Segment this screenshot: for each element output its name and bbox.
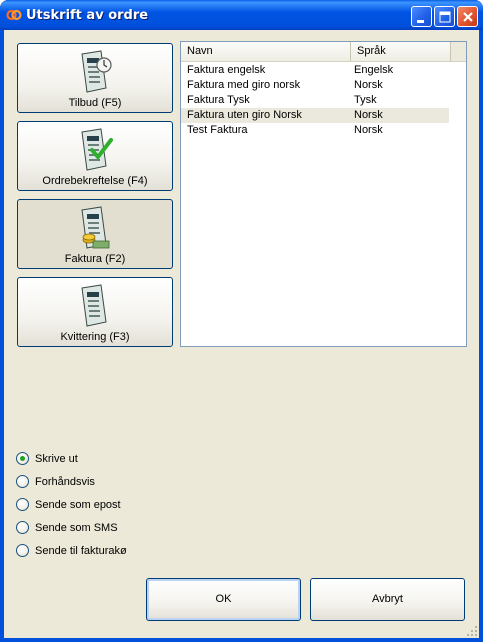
template-name: Faktura med giro norsk (187, 79, 301, 91)
list-header: Navn Språk (181, 42, 466, 62)
radio-label: Forhåndsvis (35, 476, 95, 488)
template-language: Norsk (354, 124, 383, 136)
maximize-icon (439, 11, 451, 23)
receipt-document-icon (81, 284, 107, 327)
invoice-button-label: Faktura (F2) (64, 253, 126, 265)
list-item-selected[interactable]: Faktura uten giro Norsk Norsk (181, 108, 449, 123)
radio-button[interactable] (16, 498, 29, 511)
title-bar[interactable]: Utskrift av ordre (0, 0, 483, 30)
radio-button[interactable] (16, 475, 29, 488)
template-name: Faktura uten giro Norsk (187, 109, 302, 121)
receipt-button[interactable]: Kvittering (F3) (17, 277, 173, 347)
template-name: Test Faktura (187, 124, 248, 136)
quote-document-clock-icon (81, 50, 112, 93)
radio-label: Sende til fakturakø (35, 545, 127, 557)
template-language: Norsk (354, 109, 383, 121)
radio-label: Skrive ut (35, 453, 78, 465)
template-name: Faktura engelsk (187, 64, 266, 76)
list-item[interactable]: Test Faktura Norsk (181, 123, 449, 138)
column-header-language[interactable]: Språk (351, 42, 451, 61)
order-confirmation-button-label: Ordrebekreftelse (F4) (42, 175, 148, 187)
radio-button[interactable] (16, 452, 29, 465)
radio-selected-dot (20, 456, 25, 461)
template-list[interactable]: Navn Språk Faktura engelsk Engelsk Faktu… (180, 41, 467, 347)
order-confirmation-checkmark-icon (81, 128, 113, 171)
cancel-button[interactable]: Avbryt (310, 578, 465, 621)
close-button[interactable] (457, 6, 478, 27)
list-item[interactable]: Faktura med giro norsk Norsk (181, 78, 449, 93)
invoice-coins-icon (81, 206, 110, 249)
minimize-button[interactable] (411, 6, 432, 27)
ok-button[interactable]: OK (146, 578, 301, 621)
cancel-button-label: Avbryt (372, 593, 403, 605)
radio-button[interactable] (16, 544, 29, 557)
close-icon (463, 12, 473, 22)
column-header-name[interactable]: Navn (181, 42, 351, 61)
radio-button[interactable] (16, 521, 29, 534)
template-language: Tysk (354, 94, 377, 106)
quote-button[interactable]: Tilbud (F5) (17, 43, 173, 113)
list-item[interactable]: Faktura Tysk Tysk (181, 93, 449, 108)
window-frame-right (479, 30, 483, 642)
radio-label: Sende som SMS (35, 522, 118, 534)
order-confirmation-button[interactable]: Ordrebekreftelse (F4) (17, 121, 173, 191)
resize-grip-icon[interactable] (466, 625, 478, 637)
app-logo-icon (6, 9, 22, 21)
maximize-button[interactable] (434, 6, 455, 27)
minimize-icon (417, 20, 424, 23)
list-item[interactable]: Faktura engelsk Engelsk (181, 63, 449, 78)
window-title: Utskrift av ordre (26, 8, 149, 23)
invoice-button[interactable]: Faktura (F2) (17, 199, 173, 269)
template-language: Engelsk (354, 64, 394, 76)
ok-button-label: OK (215, 593, 232, 605)
quote-button-label: Tilbud (F5) (68, 97, 122, 109)
radio-label: Sende som epost (35, 499, 121, 511)
print-order-dialog: Utskrift av ordre Tilbud (F5) Ordrebekre… (0, 0, 483, 642)
dialog-client-area: Tilbud (F5) Ordrebekreftelse (F4) Faktur… (4, 30, 479, 638)
receipt-button-label: Kvittering (F3) (60, 331, 130, 343)
template-language: Norsk (354, 79, 383, 91)
template-name: Faktura Tysk (187, 94, 250, 106)
window-frame-bottom (0, 638, 483, 642)
